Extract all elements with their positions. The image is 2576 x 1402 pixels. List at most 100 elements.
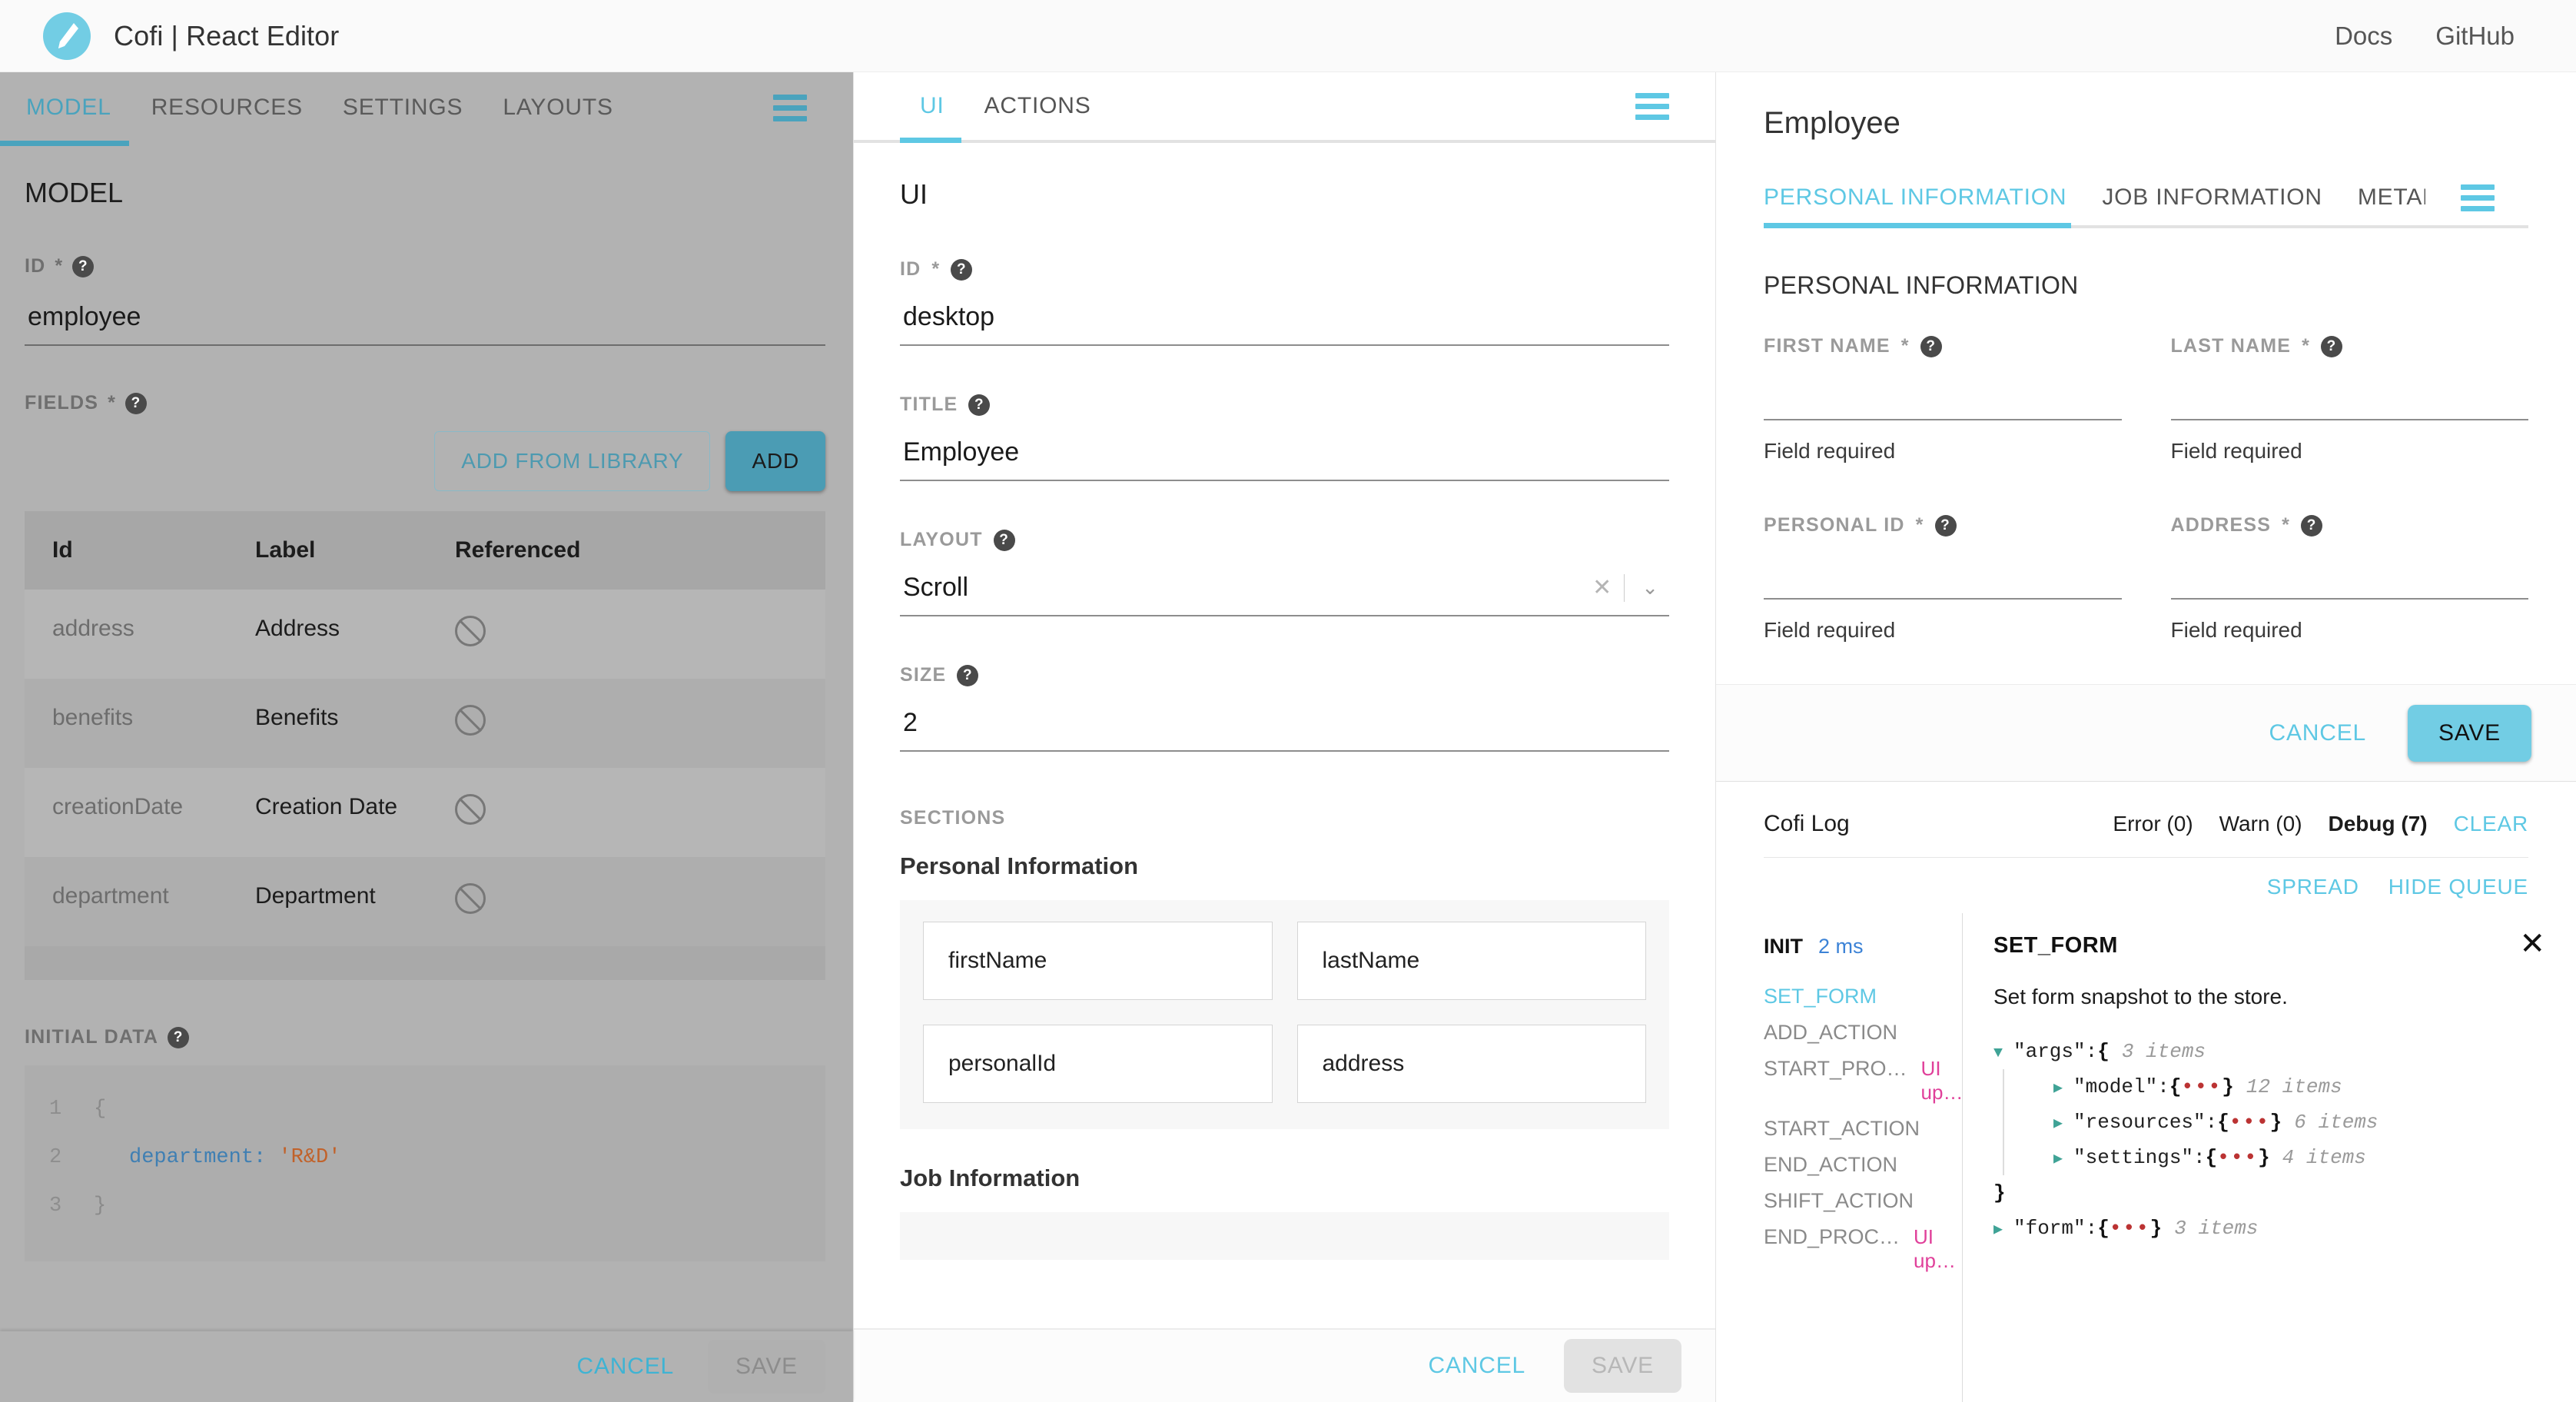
model-save-button[interactable]: SAVE (707, 1340, 825, 1394)
chevron-right-icon[interactable] (2053, 1117, 2073, 1132)
json-count: 3 items (2121, 1040, 2206, 1063)
field-last-name-label: LAST NAME * ? (2171, 335, 2529, 357)
help-icon[interactable]: ? (968, 394, 991, 416)
table-row[interactable]: address Address (25, 590, 825, 679)
help-icon[interactable]: ? (993, 529, 1015, 551)
list-item[interactable]: START_ACTION (1764, 1111, 1962, 1147)
help-icon[interactable]: ? (125, 392, 148, 414)
log-init-time: 2 ms (1818, 935, 1864, 958)
ui-layout-select[interactable]: Scroll ✕ ⌄ (900, 559, 1669, 616)
preview-actions: CANCEL SAVE (1716, 684, 2576, 781)
tab-ui[interactable]: UI (900, 93, 964, 119)
hamburger-bar (773, 94, 807, 100)
json-row[interactable]: "resources" : {•••} 6 items (2012, 1105, 2545, 1140)
help-icon[interactable]: ? (72, 255, 95, 277)
ui-id-label: ID * ? (900, 258, 1669, 281)
tab-personal-information[interactable]: PERSONAL INFORMATION (1764, 184, 2066, 211)
hamburger-bar (2461, 205, 2495, 211)
help-icon[interactable]: ? (168, 1026, 190, 1048)
field-address-error: Field required (2170, 618, 2302, 642)
log-spread-button[interactable]: SPREAD (2267, 875, 2359, 899)
json-collapsed-dots: ••• (2109, 1217, 2150, 1240)
cell-referenced (455, 768, 825, 857)
add-field-button[interactable]: ADD (725, 431, 825, 491)
log-debug-count[interactable]: Debug (7) (2329, 812, 2428, 836)
model-form-scroll: MODEL ID * ? employee FIELDS * ? ADD FRO… (0, 143, 853, 1331)
field-address-input[interactable] (2170, 537, 2528, 600)
json-brace: {•••} (2217, 1111, 2282, 1134)
table-row[interactable]: benefits Benefits (25, 679, 825, 768)
list-item[interactable]: SHIFT_ACTION (1764, 1183, 1962, 1219)
field-chip-firstname[interactable]: firstName (923, 922, 1273, 1000)
close-icon[interactable]: ✕ (2519, 929, 2545, 959)
json-key: "args" (2013, 1040, 2086, 1063)
chevron-down-icon[interactable]: ⌄ (1625, 576, 1666, 600)
tab-settings[interactable]: SETTINGS (323, 95, 483, 121)
field-personal-id-label: PERSONAL ID * ? (1764, 514, 2122, 537)
preview-save-button[interactable]: SAVE (2407, 704, 2531, 762)
initial-data-editor[interactable]: 1 { 2 department: 'R&D' 3 } (25, 1065, 825, 1261)
chevron-down-icon[interactable] (1993, 1046, 2013, 1061)
json-row[interactable]: "args" : { 3 items (1993, 1034, 2545, 1069)
json-row[interactable]: "settings" : {•••} 4 items (2012, 1140, 2545, 1175)
chevron-right-icon[interactable] (2053, 1152, 2073, 1168)
github-link[interactable]: GitHub (2435, 22, 2515, 51)
help-icon[interactable]: ? (951, 258, 973, 281)
fields-table-head: Id Label Referenced (25, 511, 825, 590)
ui-layout-label-text: LAYOUT (900, 529, 983, 550)
field-chip-address[interactable]: address (1296, 1025, 1646, 1103)
model-cancel-button[interactable]: CANCEL (558, 1341, 692, 1392)
log-clear-button[interactable]: CLEAR (2454, 812, 2528, 836)
ui-title-input[interactable]: Employee (900, 424, 1669, 481)
preview-form: PERSONAL INFORMATION FIRST NAME * ? Fiel… (1716, 228, 2576, 650)
field-chip-personalid[interactable]: personalId (923, 1025, 1273, 1103)
field-last-name-input[interactable] (2170, 357, 2528, 420)
json-row[interactable]: "form" : {•••} 3 items (1993, 1211, 2545, 1246)
help-icon[interactable]: ? (2301, 514, 2323, 537)
model-id-input[interactable]: employee (25, 288, 825, 346)
docs-link[interactable]: Docs (2335, 22, 2392, 51)
list-item[interactable]: END_ACTION (1764, 1147, 1962, 1183)
log-error-count[interactable]: Error (0) (2113, 812, 2193, 836)
cell-id: benefits (52, 705, 134, 730)
tab-job-information[interactable]: JOB INFORMATION (2102, 184, 2322, 211)
help-icon[interactable]: ? (1920, 335, 1942, 357)
ui-save-button[interactable]: SAVE (1563, 1339, 1681, 1393)
preview-tabbar: PERSONAL INFORMATION JOB INFORMATION MET… (1764, 170, 2528, 228)
chevron-right-icon[interactable] (1993, 1223, 2013, 1238)
field-personal-id-input[interactable] (1764, 537, 2122, 600)
tab-actions[interactable]: ACTIONS (964, 93, 1111, 119)
log-warn-count[interactable]: Warn (0) (2219, 812, 2302, 836)
hamburger-bar (2461, 194, 2495, 201)
chevron-right-icon[interactable] (2053, 1081, 2073, 1097)
tab-model[interactable]: MODEL (26, 95, 131, 121)
list-item[interactable]: SET_FORM (1764, 978, 1962, 1015)
hamburger-menu-icon[interactable] (2461, 184, 2495, 211)
log-hide-queue-button[interactable]: HIDE QUEUE (2388, 875, 2528, 899)
table-row[interactable]: department Department (25, 857, 825, 946)
add-from-library-button[interactable]: ADD FROM LIBRARY (434, 431, 711, 491)
ui-id-input[interactable]: desktop (900, 288, 1669, 346)
table-row[interactable]: creationDate Creation Date (25, 768, 825, 857)
list-item[interactable]: START_PRO… UI up… (1764, 1051, 1963, 1111)
hamburger-menu-icon[interactable] (1635, 92, 1669, 120)
tab-resources[interactable]: RESOURCES (131, 95, 323, 121)
help-icon[interactable]: ? (2321, 335, 2343, 357)
tab-layouts[interactable]: LAYOUTS (483, 95, 632, 121)
field-first-name-input[interactable] (1764, 357, 2122, 420)
list-item[interactable]: ADD_ACTION (1764, 1015, 1962, 1051)
x-clear-icon[interactable]: ✕ (1580, 574, 1624, 601)
field-first-name-label: FIRST NAME * ? (1764, 335, 2122, 357)
field-chip-lastname[interactable]: lastName (1296, 922, 1646, 1000)
help-icon[interactable]: ? (957, 664, 979, 686)
hamburger-menu-icon[interactable] (773, 94, 807, 121)
section-heading-personal-information: Personal Information (900, 852, 1139, 879)
tab-metadata[interactable]: METADATA (2358, 184, 2425, 211)
ui-cancel-button[interactable]: CANCEL (1409, 1341, 1544, 1391)
cofi-log-header: Cofi Log Error (0) Warn (0) Debug (7) CL… (1716, 782, 2576, 837)
ui-size-input[interactable]: 2 (900, 694, 1669, 752)
json-row[interactable]: "model" : {•••} 12 items (2012, 1069, 2545, 1105)
preview-cancel-button[interactable]: CANCEL (2250, 708, 2385, 759)
list-item[interactable]: END_PROC… UI up… (1764, 1219, 1962, 1279)
help-icon[interactable]: ? (1934, 514, 1957, 537)
